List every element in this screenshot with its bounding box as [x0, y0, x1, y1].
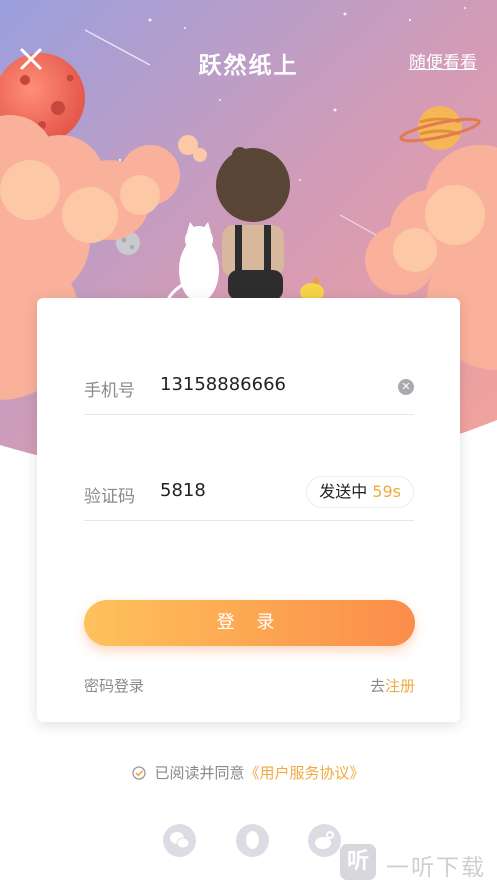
phone-label: 手机号: [84, 381, 135, 401]
qq-icon: [246, 831, 259, 849]
clear-icon[interactable]: ✕: [398, 379, 414, 395]
top-bar: 跃然纸上 随便看看: [0, 30, 497, 90]
weibo-icon: [315, 831, 334, 849]
phone-input[interactable]: 13158886666: [160, 374, 286, 395]
agreement-link[interactable]: 《用户服务协议》: [245, 764, 365, 782]
code-label: 验证码: [84, 487, 135, 507]
wechat-icon: [170, 832, 190, 849]
password-login-link[interactable]: 密码登录: [84, 675, 144, 696]
watermark: 听 一听下载: [340, 844, 490, 881]
agreement-row: 已阅读并同意《用户服务协议》: [0, 762, 497, 783]
register-link[interactable]: 去注册: [370, 675, 415, 696]
login-button[interactable]: 登 录: [84, 600, 415, 646]
login-card: 手机号 13158886666 ✕ 验证码 5818 发送中 59s 登 录 密…: [37, 298, 460, 722]
watermark-logo: 听: [340, 844, 376, 880]
weibo-login-button[interactable]: [308, 824, 341, 857]
check-icon[interactable]: [132, 766, 147, 780]
phone-field: 手机号 13158886666 ✕: [84, 356, 414, 415]
register-label: 注册: [384, 677, 415, 695]
countdown: 59s: [372, 482, 401, 501]
wechat-login-button[interactable]: [163, 824, 196, 857]
browse-link[interactable]: 随便看看: [409, 48, 477, 73]
code-field: 验证码 5818 发送中 59s: [84, 462, 414, 521]
send-code-button[interactable]: 发送中 59s: [306, 476, 414, 508]
agreement-text: 已阅读并同意: [154, 764, 245, 782]
register-prefix: 去: [369, 677, 385, 695]
watermark-text: 一听下载: [386, 855, 486, 881]
code-input[interactable]: 5818: [160, 480, 206, 501]
qq-login-button[interactable]: [236, 824, 269, 857]
send-status: 发送中: [319, 482, 368, 501]
